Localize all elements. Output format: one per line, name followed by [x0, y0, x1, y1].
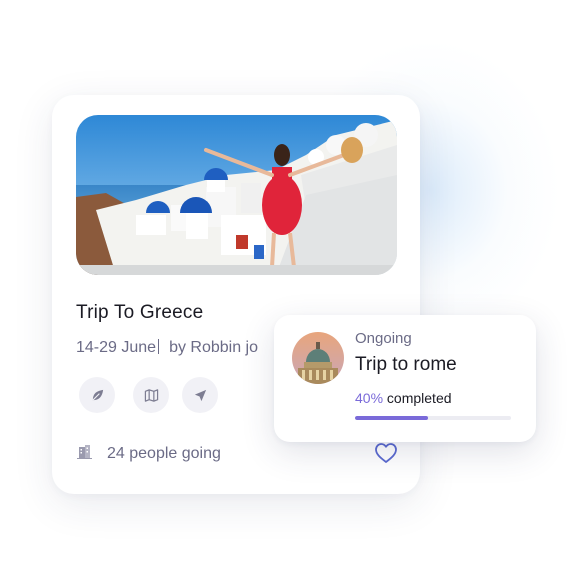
trip-author: by Robbin jo [169, 339, 259, 356]
progress-label: 40% completed [355, 390, 452, 406]
trip-status: Ongoing [355, 330, 412, 347]
ongoing-trip-title: Trip to rome [355, 354, 457, 375]
people-going: 24 people going [107, 445, 221, 462]
progress-track [355, 416, 511, 420]
trip-title: Trip To Greece [76, 302, 204, 323]
send-button[interactable] [182, 377, 218, 413]
trip-meta: 14-29 June by Robbin jo [76, 339, 296, 357]
leaf-button[interactable] [79, 377, 115, 413]
heart-icon[interactable] [374, 442, 398, 464]
trip-dates: 14-29 June [76, 339, 157, 356]
map-button[interactable] [133, 377, 169, 413]
send-icon [194, 389, 206, 401]
building-icon [77, 445, 92, 459]
map-icon [144, 388, 158, 402]
progress-text: completed [383, 390, 452, 406]
progress-fill [355, 416, 429, 420]
progress-percent: 40% [355, 390, 384, 406]
trip-photo [76, 115, 397, 275]
rome-photo [292, 332, 344, 384]
meta-divider [158, 339, 160, 354]
leaf-icon [91, 389, 103, 401]
ongoing-trip-card[interactable]: Ongoing Trip to rome 40% completed [274, 315, 536, 442]
